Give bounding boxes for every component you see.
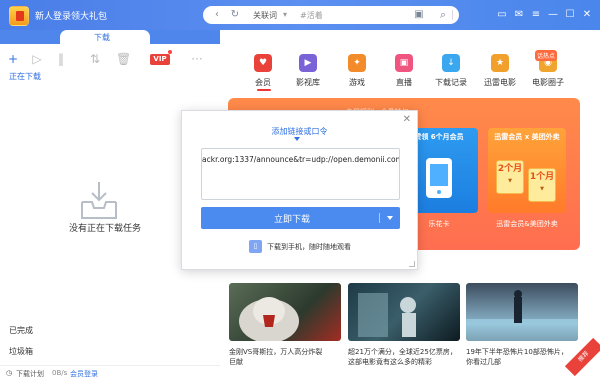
chevron-down-icon[interactable]: ▾ [283, 10, 287, 19]
close-icon[interactable]: ✕ [581, 9, 593, 21]
gamepad-icon: ✦ [348, 54, 366, 72]
tab-download-label: 下载 [94, 33, 110, 42]
heart-icon: ♥ [254, 54, 272, 72]
tv-icon: ▣ [395, 54, 413, 72]
empty-message: 没有正在下载任务 [68, 224, 141, 234]
active-underline [257, 89, 271, 91]
delete-icon[interactable]: 🗑 [116, 52, 131, 66]
sidebar-item-trash[interactable]: 垃圾箱 [9, 346, 33, 357]
notification-dot [168, 50, 172, 54]
status-bar: ◷ 下载计划 0B/s 会员登录 [0, 365, 220, 382]
coupon-1-month: 1个月 ▼ [528, 168, 556, 202]
link-input[interactable]: ackr.org:1337/announce&tr=udp://open.dem… [201, 148, 400, 200]
dialog-title: 添加链接或口令 [271, 127, 328, 136]
resize-grip-icon[interactable] [409, 261, 415, 267]
nav-label: 影视库 [296, 78, 320, 87]
water-scene-image [466, 290, 578, 341]
add-link-dialog: ✕ 添加链接或口令 ackr.org:1337/announce&tr=udp:… [181, 110, 418, 270]
nav-label: 游戏 [349, 78, 365, 87]
more-icon[interactable]: ··· [190, 52, 204, 66]
empty-inbox-icon [81, 182, 117, 219]
title-bar: 新人登录领大礼包 ‹ ↻ 关联词 ▾ #活着 ▣ ⌕ ▭ ✉ ≡ — ☐ ✕ [0, 0, 600, 30]
nav-label: 电影圈子 [532, 78, 564, 87]
chevron-down-icon[interactable] [294, 137, 300, 141]
nav-history[interactable]: ↓ 下载记录 [431, 54, 471, 88]
button-label: 立即下载 [273, 215, 310, 225]
nav-live[interactable]: ▣ 直播 [384, 54, 424, 88]
video-caption-1[interactable]: 金刚VS哥斯拉，万人高分炸裂 巨献 [229, 347, 347, 367]
nav-label: 下载记录 [435, 78, 467, 87]
mail-icon[interactable]: ✉ [513, 9, 525, 21]
video-thumb-3[interactable] [466, 283, 578, 341]
search-icon[interactable]: ⌕ [428, 6, 458, 24]
nav-games[interactable]: ✦ 游戏 [337, 54, 377, 88]
download-now-button[interactable]: 立即下载 [201, 207, 400, 229]
card-sub: 迅雷会员&美团外卖 [496, 220, 558, 228]
video-caption-2[interactable]: 超21万个满分，全球近25亿票房， 这部电影竟有这么多的精彩 [348, 347, 466, 367]
nav-xunlei-movie[interactable]: ★ 迅雷电影 [480, 54, 520, 88]
hot-badge: 话热点 [535, 50, 558, 61]
movie-icon: ★ [491, 54, 509, 72]
promo-card-meituan[interactable]: 迅雷会员 x 美团外卖 2个月 ▼ 1个月 ▼ 迅雷会员&美团外卖 [488, 128, 566, 228]
start-icon[interactable]: ▷ [30, 52, 44, 66]
nav-label: 直播 [396, 78, 412, 87]
back-icon[interactable]: ‹ [211, 9, 223, 21]
nav-label: 迅雷电影 [484, 78, 516, 87]
history-icon: ↓ [442, 54, 460, 72]
member-login-link[interactable]: 会员登录 [70, 369, 98, 379]
nav-label: 会员 [255, 78, 271, 87]
vip-badge[interactable]: VIP [150, 54, 170, 65]
coupon-2-month: 2个月 ▼ [496, 160, 524, 194]
ape-image [239, 297, 299, 341]
skin-icon[interactable]: ▭ [496, 9, 508, 21]
button-divider [379, 213, 380, 223]
clock-icon: ◷ [6, 369, 13, 377]
phone-icon: ▯ [249, 240, 262, 253]
search-input[interactable]: #活着 [300, 10, 323, 21]
refresh-icon[interactable]: ↻ [229, 9, 241, 21]
download-plan-link[interactable]: 下载计划 [16, 369, 44, 379]
minimize-icon[interactable]: — [547, 9, 559, 21]
sidebar-item-downloading[interactable]: 正在下载 [9, 71, 41, 82]
close-icon[interactable]: ✕ [403, 114, 411, 125]
speed-readout: 0B/s [52, 369, 68, 377]
nav-vip[interactable]: ♥ 会员 [243, 54, 283, 88]
film-icon: ▶ [299, 54, 317, 72]
menu-icon[interactable]: ≡ [530, 9, 542, 21]
sort-icon[interactable]: ⇅ [88, 52, 102, 66]
card-title: 迅雷会员 x 美团外卖 [494, 133, 560, 141]
phone-illustration [426, 158, 452, 198]
chevron-down-icon[interactable] [387, 216, 393, 220]
video-thumb-2[interactable] [348, 283, 460, 341]
screenshot-icon[interactable]: ▣ [413, 9, 425, 21]
download-to-phone-link[interactable]: 下载到手机，随时随地观看 [267, 242, 351, 252]
pause-icon[interactable]: ‖ [54, 52, 68, 66]
app-logo [9, 6, 29, 26]
search-bar: ‹ ↻ 关联词 ▾ #活着 ▣ [203, 6, 459, 24]
add-icon[interactable]: + [6, 52, 20, 66]
keyword-selector[interactable]: 关联词 [253, 10, 277, 21]
link-input-value: ackr.org:1337/announce&tr=udp://open.dem… [202, 155, 399, 164]
scene-image [358, 293, 416, 337]
maximize-icon[interactable]: ☐ [564, 9, 576, 21]
sidebar-item-completed[interactable]: 已完成 [9, 325, 33, 336]
video-thumb-1[interactable] [229, 283, 341, 341]
promo-link[interactable]: 新人登录领大礼包 [35, 9, 107, 22]
nav-movies[interactable]: ▶ 影视库 [288, 54, 328, 88]
